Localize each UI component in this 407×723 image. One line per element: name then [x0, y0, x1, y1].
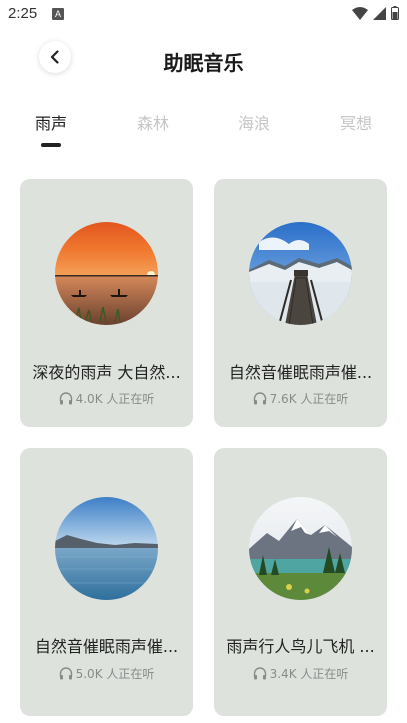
headphones-icon: [253, 392, 266, 405]
listener-count: 3.4K 人正在听: [214, 665, 387, 682]
wifi-icon: [352, 6, 368, 20]
card-title: 雨声行人鸟儿飞机 ...: [226, 637, 375, 656]
headphones-icon: [253, 667, 266, 680]
music-card[interactable]: 深夜的雨声 大自然... 4.0K 人正在听: [20, 179, 193, 427]
status-time: 2:25: [8, 5, 38, 22]
card-title: 自然音催眠雨声催...: [34, 637, 179, 656]
listener-text: 4.0K 人正在听: [75, 392, 155, 406]
active-tab-indicator: [41, 143, 61, 147]
category-tabs: 雨声 森林 海浪 冥想: [0, 110, 407, 150]
listener-text: 5.0K 人正在听: [75, 667, 155, 681]
battery-icon: [391, 6, 399, 20]
card-title: 自然音催眠雨声催...: [228, 363, 373, 382]
listener-count: 7.6K 人正在听: [214, 390, 387, 407]
listener-text: 7.6K 人正在听: [269, 392, 349, 406]
card-title: 深夜的雨声 大自然...: [32, 363, 181, 382]
headphones-icon: [59, 667, 72, 680]
card-cover-image: [55, 497, 158, 600]
listener-count: 4.0K 人正在听: [20, 390, 193, 407]
status-icons: [352, 6, 399, 20]
tab-waves[interactable]: 海浪: [224, 110, 284, 134]
listener-count: 5.0K 人正在听: [20, 665, 193, 682]
tab-rain[interactable]: 雨声: [21, 110, 81, 134]
page-title: 助眠音乐: [163, 51, 244, 75]
music-card[interactable]: 自然音催眠雨声催... 5.0K 人正在听: [20, 448, 193, 716]
music-card[interactable]: 自然音催眠雨声催... 7.6K 人正在听: [214, 179, 387, 427]
status-bar: 2:25 A: [0, 0, 407, 28]
card-cover-image: [249, 222, 352, 325]
card-cover-image: [55, 222, 158, 325]
listener-text: 3.4K 人正在听: [269, 667, 349, 681]
card-cover-image: [249, 497, 352, 600]
music-card[interactable]: 雨声行人鸟儿飞机 ... 3.4K 人正在听: [214, 448, 387, 716]
headphones-icon: [59, 392, 72, 405]
tab-meditation[interactable]: 冥想: [326, 110, 386, 134]
notification-badge-icon: A: [52, 8, 64, 20]
tab-forest[interactable]: 森林: [123, 110, 183, 134]
signal-icon: [373, 6, 386, 20]
